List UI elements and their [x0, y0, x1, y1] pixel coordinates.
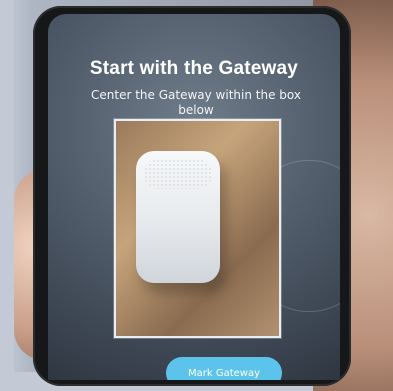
status-bar [48, 14, 340, 34]
left-border [0, 0, 14, 391]
instruction-text: Center the Gateway within the box below [91, 88, 301, 117]
page-title: Start with the Gateway [89, 58, 299, 79]
camera-preview-box [114, 119, 281, 338]
gateway-device-icon [136, 151, 220, 283]
mark-gateway-button[interactable]: Mark Gateway [166, 357, 282, 380]
phone-screen: Start with the Gateway Center the Gatewa… [48, 14, 340, 380]
gateway-top-grill-icon [144, 159, 212, 189]
